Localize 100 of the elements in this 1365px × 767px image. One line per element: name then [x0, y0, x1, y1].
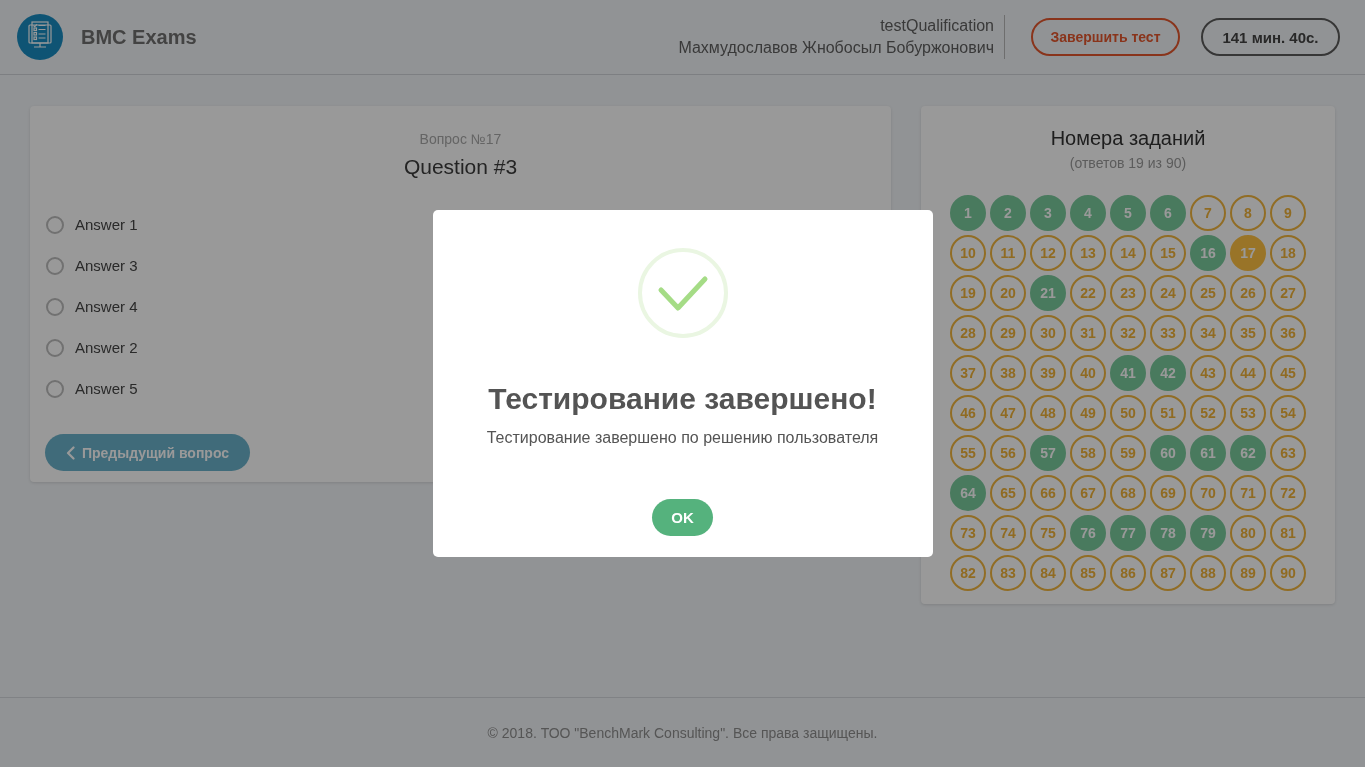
question-number-button[interactable]: 49 — [1070, 395, 1106, 431]
question-number-button[interactable]: 76 — [1070, 515, 1106, 551]
question-number-button[interactable]: 57 — [1030, 435, 1066, 471]
ok-button[interactable]: OK — [652, 499, 713, 536]
answer-label[interactable]: Answer 3 — [75, 257, 138, 274]
question-number-button[interactable]: 14 — [1110, 235, 1146, 271]
question-number-button[interactable]: 30 — [1030, 315, 1066, 351]
question-number-button[interactable]: 71 — [1230, 475, 1266, 511]
question-number-button[interactable]: 45 — [1270, 355, 1306, 391]
question-number-button[interactable]: 48 — [1030, 395, 1066, 431]
question-number-button[interactable]: 27 — [1270, 275, 1306, 311]
question-number-button[interactable]: 18 — [1270, 235, 1306, 271]
question-number-button[interactable]: 73 — [950, 515, 986, 551]
answer-label[interactable]: Answer 5 — [75, 380, 138, 397]
question-number-button[interactable]: 10 — [950, 235, 986, 271]
question-number-button[interactable]: 85 — [1070, 555, 1106, 591]
question-number-button[interactable]: 65 — [990, 475, 1026, 511]
question-number-button[interactable]: 11 — [990, 235, 1026, 271]
question-number-button[interactable]: 56 — [990, 435, 1026, 471]
question-number-button[interactable]: 61 — [1190, 435, 1226, 471]
question-number-button[interactable]: 72 — [1270, 475, 1306, 511]
question-number-button[interactable]: 4 — [1070, 195, 1106, 231]
question-number-button[interactable]: 53 — [1230, 395, 1266, 431]
question-number-button[interactable]: 7 — [1190, 195, 1226, 231]
question-number-button[interactable]: 43 — [1190, 355, 1226, 391]
question-number-button[interactable]: 60 — [1150, 435, 1186, 471]
question-number-button[interactable]: 89 — [1230, 555, 1266, 591]
question-number-button[interactable]: 9 — [1270, 195, 1306, 231]
question-number-button[interactable]: 6 — [1150, 195, 1186, 231]
question-number-button[interactable]: 90 — [1270, 555, 1306, 591]
question-number-button[interactable]: 74 — [990, 515, 1026, 551]
question-number-button[interactable]: 2 — [990, 195, 1026, 231]
radio-button[interactable] — [46, 338, 64, 357]
question-number-button[interactable]: 70 — [1190, 475, 1226, 511]
question-number-button[interactable]: 69 — [1150, 475, 1186, 511]
question-number-button[interactable]: 87 — [1150, 555, 1186, 591]
question-number-button[interactable]: 88 — [1190, 555, 1226, 591]
question-number-button[interactable]: 50 — [1110, 395, 1146, 431]
question-number-button[interactable]: 63 — [1270, 435, 1306, 471]
question-number-button[interactable]: 67 — [1070, 475, 1106, 511]
question-number-button[interactable]: 37 — [950, 355, 986, 391]
question-number-button[interactable]: 66 — [1030, 475, 1066, 511]
question-number-button[interactable]: 82 — [950, 555, 986, 591]
question-number-button[interactable]: 62 — [1230, 435, 1266, 471]
question-number-button[interactable]: 26 — [1230, 275, 1266, 311]
question-number-button[interactable]: 84 — [1030, 555, 1066, 591]
radio-button[interactable] — [46, 297, 64, 316]
question-number-button[interactable]: 5 — [1110, 195, 1146, 231]
question-number-button[interactable]: 58 — [1070, 435, 1106, 471]
question-number-button[interactable]: 46 — [950, 395, 986, 431]
question-number-button[interactable]: 20 — [990, 275, 1026, 311]
finish-test-button[interactable]: Завершить тест — [1031, 18, 1180, 56]
question-number-button[interactable]: 31 — [1070, 315, 1106, 351]
question-number-button[interactable]: 34 — [1190, 315, 1226, 351]
question-number-button[interactable]: 22 — [1070, 275, 1106, 311]
question-number-button[interactable]: 47 — [990, 395, 1026, 431]
question-number-button[interactable]: 38 — [990, 355, 1026, 391]
answer-label[interactable]: Answer 2 — [75, 339, 138, 356]
question-number-button[interactable]: 59 — [1110, 435, 1146, 471]
question-number-button[interactable]: 21 — [1030, 275, 1066, 311]
question-number-button[interactable]: 32 — [1110, 315, 1146, 351]
question-number-button[interactable]: 35 — [1230, 315, 1266, 351]
question-number-button[interactable]: 28 — [950, 315, 986, 351]
question-number-button[interactable]: 55 — [950, 435, 986, 471]
question-number-button[interactable]: 1 — [950, 195, 986, 231]
question-number-button[interactable]: 3 — [1030, 195, 1066, 231]
question-number-button[interactable]: 42 — [1150, 355, 1186, 391]
question-number-button[interactable]: 54 — [1270, 395, 1306, 431]
question-number-button[interactable]: 36 — [1270, 315, 1306, 351]
question-number-button[interactable]: 41 — [1110, 355, 1146, 391]
question-number-button[interactable]: 80 — [1230, 515, 1266, 551]
radio-button[interactable] — [46, 379, 64, 398]
question-number-button[interactable]: 52 — [1190, 395, 1226, 431]
question-number-button[interactable]: 78 — [1150, 515, 1186, 551]
question-number-button[interactable]: 39 — [1030, 355, 1066, 391]
question-number-button[interactable]: 64 — [950, 475, 986, 511]
question-number-button[interactable]: 13 — [1070, 235, 1106, 271]
question-number-button[interactable]: 83 — [990, 555, 1026, 591]
question-number-button[interactable]: 86 — [1110, 555, 1146, 591]
answer-label[interactable]: Answer 1 — [75, 216, 138, 233]
radio-button[interactable] — [46, 215, 64, 234]
question-number-button[interactable]: 19 — [950, 275, 986, 311]
question-number-button[interactable]: 29 — [990, 315, 1026, 351]
previous-question-button[interactable]: Предыдущий вопрос — [45, 434, 250, 471]
question-number-button[interactable]: 12 — [1030, 235, 1066, 271]
question-number-button[interactable]: 77 — [1110, 515, 1146, 551]
question-number-button[interactable]: 51 — [1150, 395, 1186, 431]
question-number-button[interactable]: 68 — [1110, 475, 1146, 511]
question-number-button[interactable]: 79 — [1190, 515, 1226, 551]
question-number-button[interactable]: 81 — [1270, 515, 1306, 551]
question-number-button[interactable]: 16 — [1190, 235, 1226, 271]
question-number-button[interactable]: 75 — [1030, 515, 1066, 551]
radio-button[interactable] — [46, 256, 64, 275]
question-number-button[interactable]: 40 — [1070, 355, 1106, 391]
question-number-button[interactable]: 23 — [1110, 275, 1146, 311]
question-number-button[interactable]: 25 — [1190, 275, 1226, 311]
question-number-button[interactable]: 17 — [1230, 235, 1266, 271]
question-number-button[interactable]: 44 — [1230, 355, 1266, 391]
question-number-button[interactable]: 24 — [1150, 275, 1186, 311]
question-number-button[interactable]: 15 — [1150, 235, 1186, 271]
